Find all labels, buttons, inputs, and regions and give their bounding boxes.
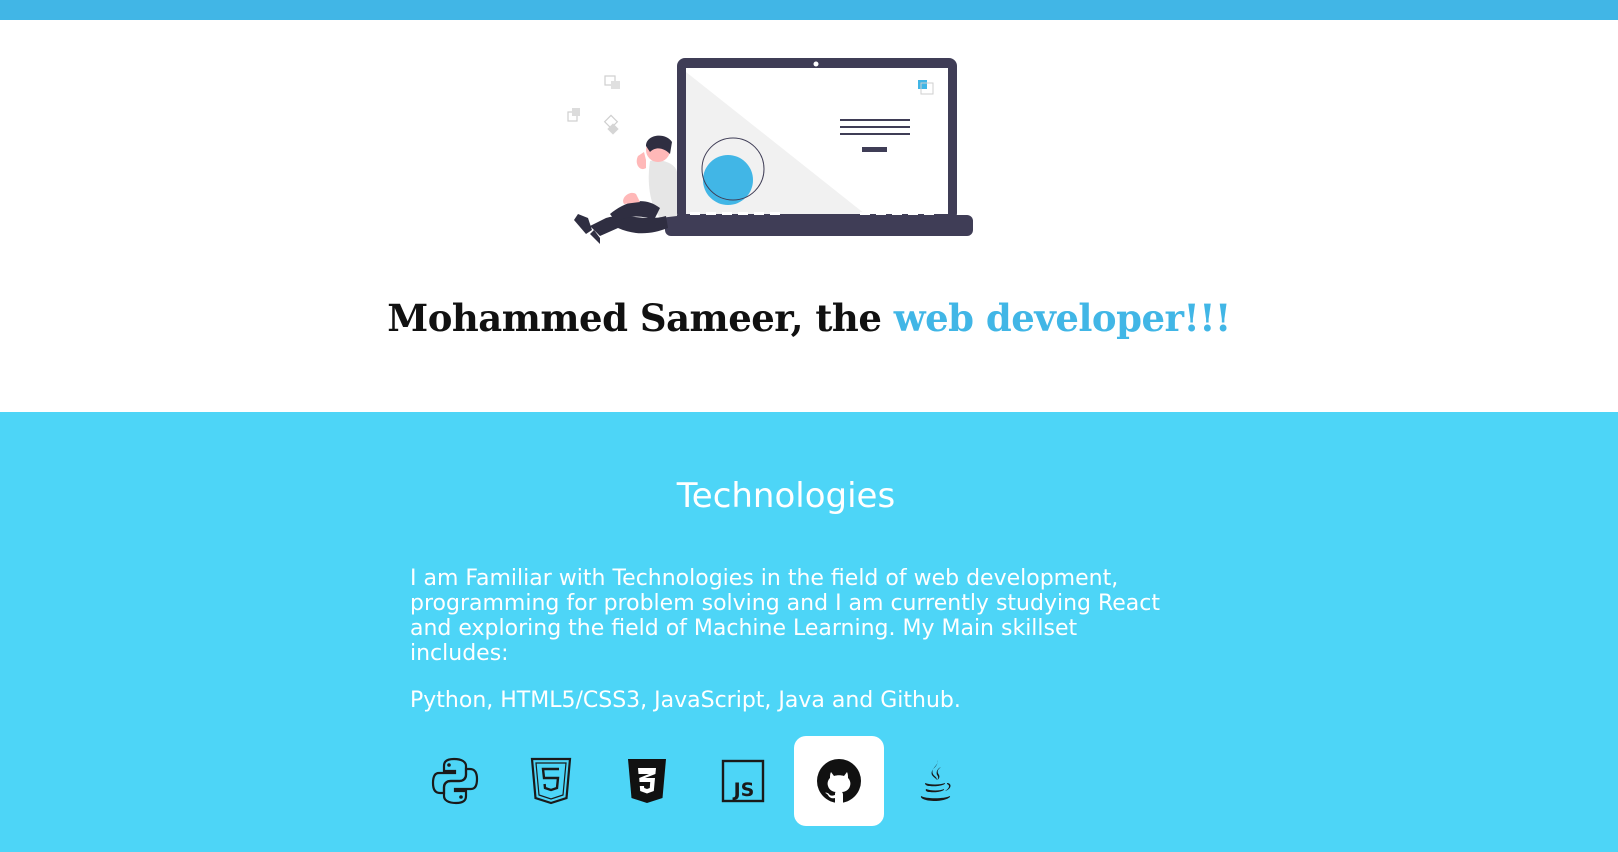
hero-title-accent: web developer!!! [893, 296, 1231, 340]
javascript-icon[interactable]: JS [698, 736, 788, 826]
html5-icon[interactable] [506, 736, 596, 826]
technologies-description: I am Familiar with Technologies in the f… [410, 566, 1161, 666]
python-icon[interactable] [410, 736, 500, 826]
person-leaning-on-laptop-illustration [567, 58, 973, 244]
css3-icon[interactable] [602, 736, 692, 826]
technology-icons: JS [410, 736, 986, 826]
technologies-heading: Technologies [676, 476, 896, 516]
hero-title-prefix: Mohammed Sameer, the [387, 296, 894, 340]
github-icon[interactable] [794, 736, 884, 826]
top-bar [0, 0, 1618, 20]
hero-section: Mohammed Sameer, the web developer!!! [0, 20, 1618, 412]
technologies-skills: Python, HTML5/CSS3, JavaScript, Java and… [410, 688, 961, 713]
svg-text:JS: JS [732, 779, 755, 801]
hero-title: Mohammed Sameer, the web developer!!! [0, 296, 1618, 340]
java-icon[interactable] [890, 736, 980, 826]
technologies-section: Technologies I am Familiar with Technolo… [0, 412, 1618, 852]
